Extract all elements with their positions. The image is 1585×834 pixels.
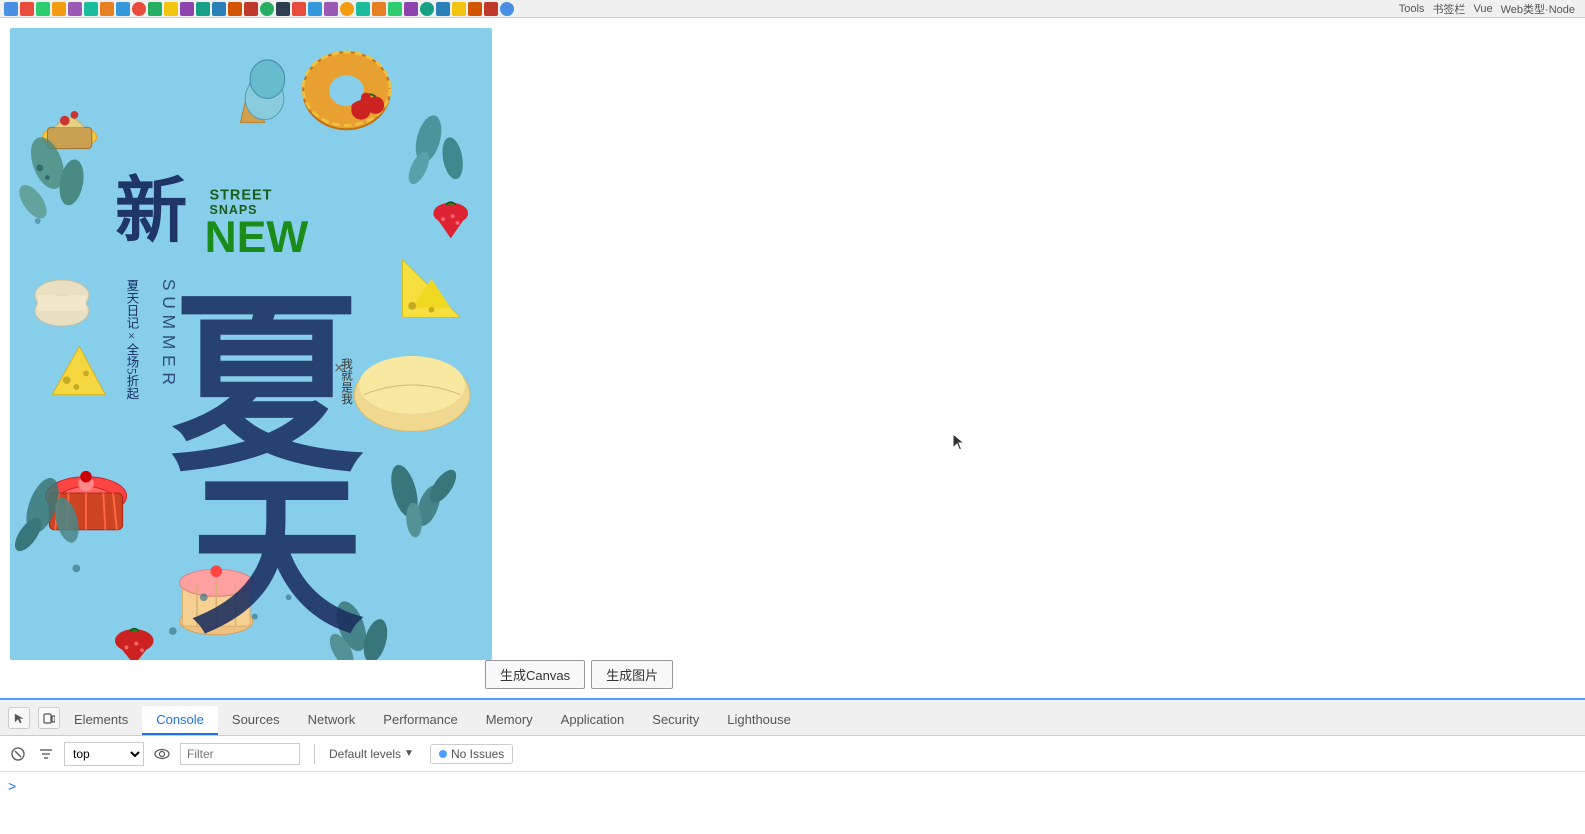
favicon-21 [324,2,338,16]
svg-text:NEW: NEW [205,213,309,262]
tab-performance[interactable]: Performance [369,706,471,735]
svg-text:天: 天 [190,462,364,655]
favicon-22 [340,2,354,16]
favicon-20 [308,2,322,16]
favicon-12 [180,2,194,16]
filter-icon [38,746,54,762]
favicon-26 [404,2,418,16]
right-area [502,28,1575,688]
devtools-icon-buttons [0,700,68,736]
buttons-area: 生成Canvas 生成图片 [485,660,673,689]
generate-canvas-button[interactable]: 生成Canvas [485,660,585,689]
favicon-31 [484,2,498,16]
favicon-24 [372,2,386,16]
favicon-4 [52,2,66,16]
favicon-19 [292,2,306,16]
favicon-7 [100,2,114,16]
favicon-14 [212,2,226,16]
console-toolbar: top Default levels ▼ No Issues [0,736,1585,772]
topbar-text-webleixing: Web类型·Node [1501,1,1575,17]
favicon-3 [36,2,50,16]
svg-text:我就是我: 我就是我 [340,358,353,404]
no-issues-dot [439,750,447,758]
clear-icon [10,746,26,762]
toggle-filter-button[interactable] [36,744,56,764]
favicon-32 [500,2,514,16]
favicon-8 [116,2,130,16]
favicon-29 [452,2,466,16]
topbar-text-tools: Tools [1399,3,1425,15]
tab-elements[interactable]: Elements [60,706,142,735]
favicon-25 [388,2,402,16]
tab-memory[interactable]: Memory [472,706,547,735]
eye-icon [154,746,170,762]
tab-console[interactable]: Console [142,706,218,735]
favicon-6 [84,2,98,16]
favicon-15 [228,2,242,16]
devtools-panel: Elements Console Sources Network Perform… [0,698,1585,833]
browser-topbar: Tools 书签栏 Vue Web类型·Node [0,0,1585,18]
console-prompt[interactable]: > [8,778,16,794]
topbar-text-shuqian: 书签栏 [1432,1,1465,17]
device-mode-button[interactable] [38,707,60,729]
cursor-icon [951,432,967,452]
favicon-23 [356,2,370,16]
favicon-11 [164,2,178,16]
svg-text:SUMMER: SUMMER [159,279,179,391]
devtools-tabs-row: Elements Console Sources Network Perform… [0,700,1585,736]
poster-container: 新 STREET SNAPS NEW 夏 天 SUMMER 夏天日记×全场5折起… [10,28,492,660]
favicon-30 [468,2,482,16]
poster-svg: 新 STREET SNAPS NEW 夏 天 SUMMER 夏天日记×全场5折起… [10,28,492,660]
tab-sources[interactable]: Sources [218,706,294,735]
main-content: 新 STREET SNAPS NEW 夏 天 SUMMER 夏天日记×全场5折起… [0,18,1585,698]
favicon-16 [244,2,258,16]
favicon-17 [260,2,274,16]
svg-text:新: 新 [115,171,187,251]
favicon-5 [68,2,82,16]
inspect-element-button[interactable] [8,707,30,729]
cursor-icon [13,712,25,724]
favicon-28 [436,2,450,16]
tab-network[interactable]: Network [294,706,370,735]
favicon-10 [148,2,162,16]
svg-text:STREET: STREET [210,188,273,204]
generate-image-button[interactable]: 生成图片 [591,660,673,689]
chevron-down-icon: ▼ [404,748,414,759]
device-icon [43,712,55,724]
favicon-18 [276,2,290,16]
clear-console-button[interactable] [8,744,28,764]
svg-text:夏天日记×全场5折起: 夏天日记×全场5折起 [124,279,138,401]
tab-lighthouse[interactable]: Lighthouse [713,706,805,735]
favicon-1 [4,2,18,16]
console-content: > [0,772,1585,834]
filter-separator [314,744,315,764]
console-filter-input[interactable] [180,743,300,765]
context-selector[interactable]: top [64,742,144,766]
favicon-13 [196,2,210,16]
favicon-27 [420,2,434,16]
favicon-9 [132,2,146,16]
no-issues-badge[interactable]: No Issues [430,744,513,764]
cursor [951,432,967,448]
console-settings-button[interactable] [152,744,172,764]
tab-application[interactable]: Application [547,706,639,735]
no-issues-label: No Issues [451,747,504,761]
tab-security[interactable]: Security [638,706,713,735]
favicon-2 [20,2,34,16]
default-levels-button[interactable]: Default levels ▼ [329,747,414,761]
topbar-text-vue: Vue [1473,3,1492,15]
